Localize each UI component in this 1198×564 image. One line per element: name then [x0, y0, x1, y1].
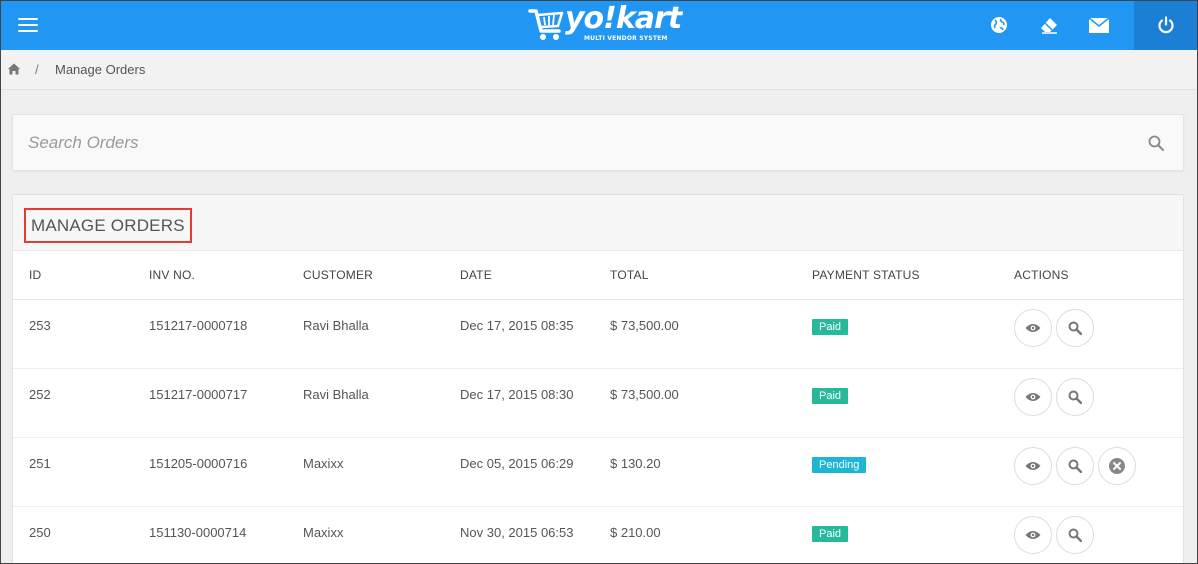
- breadcrumb-current: Manage Orders: [55, 62, 146, 77]
- messages-button[interactable]: [1083, 9, 1115, 41]
- inspect-order-button[interactable]: [1056, 308, 1094, 347]
- status-badge: Pending: [812, 456, 867, 473]
- cell-invoice-no: 151205-0000716: [133, 437, 287, 507]
- eye-icon: [1025, 323, 1041, 332]
- brand-logo[interactable]: yo!kart MULTI VENDOR SYSTEM: [527, 1, 682, 46]
- eye-icon: [1025, 392, 1041, 401]
- cell-customer: Ravi Bhalla: [287, 368, 444, 438]
- orders-card-header: MANAGE ORDERS: [13, 195, 1183, 251]
- brand-name: yo!kart: [565, 1, 682, 36]
- breadcrumb-separator: /: [35, 62, 39, 77]
- row-actions: [1014, 377, 1183, 416]
- column-header-actions: ACTIONS: [998, 251, 1183, 300]
- search-icon: [1068, 459, 1082, 473]
- cell-total: $ 210.00: [594, 506, 796, 564]
- brand-tagline: MULTI VENDOR SYSTEM: [584, 35, 668, 42]
- row-actions: [1014, 515, 1183, 554]
- cell-payment-status: Paid: [796, 299, 998, 369]
- inspect-order-button[interactable]: [1056, 515, 1094, 554]
- view-order-button[interactable]: [1014, 446, 1052, 485]
- table-row: 251 151205-0000716 Maxixx Dec 05, 2015 0…: [13, 437, 1183, 507]
- cancel-order-button[interactable]: [1098, 446, 1136, 485]
- cell-total: $ 73,500.00: [594, 299, 796, 369]
- cell-total: $ 130.20: [594, 437, 796, 507]
- cell-order-id: 252: [13, 368, 133, 438]
- view-order-button[interactable]: [1014, 308, 1052, 347]
- cell-date: Nov 30, 2015 06:53: [444, 506, 594, 564]
- table-header-row: ID INV NO. CUSTOMER DATE TOTAL PAYMENT S…: [13, 251, 1183, 300]
- view-order-button[interactable]: [1014, 377, 1052, 416]
- power-icon: [1158, 16, 1174, 34]
- cell-actions: [998, 506, 1183, 564]
- search-icon: [1068, 528, 1082, 542]
- cell-actions: [998, 299, 1183, 369]
- cell-customer: Maxixx: [287, 437, 444, 507]
- home-icon: [8, 63, 20, 75]
- cell-order-id: 250: [13, 506, 133, 564]
- column-header-inv[interactable]: INV NO.: [133, 251, 287, 300]
- status-badge: Paid: [812, 525, 849, 542]
- cell-actions: [998, 437, 1183, 507]
- column-header-customer[interactable]: CUSTOMER: [287, 251, 444, 300]
- cell-date: Dec 17, 2015 08:30: [444, 368, 594, 438]
- column-header-id[interactable]: ID: [13, 251, 133, 300]
- cell-customer: Ravi Bhalla: [287, 299, 444, 369]
- page-title: MANAGE ORDERS: [24, 208, 192, 243]
- column-header-payment-status[interactable]: PAYMENT STATUS: [796, 251, 998, 300]
- column-header-date[interactable]: DATE: [444, 251, 594, 300]
- cell-invoice-no: 151130-0000714: [133, 506, 287, 564]
- inspect-order-button[interactable]: [1056, 446, 1094, 485]
- table-row: 252 151217-0000717 Ravi Bhalla Dec 17, 2…: [13, 368, 1183, 438]
- inspect-order-button[interactable]: [1056, 377, 1094, 416]
- search-card: [12, 114, 1184, 171]
- cell-total: $ 73,500.00: [594, 368, 796, 438]
- cell-date: Dec 05, 2015 06:29: [444, 437, 594, 507]
- orders-table-body: 253 151217-0000718 Ravi Bhalla Dec 17, 2…: [13, 299, 1183, 564]
- row-actions: [1014, 308, 1183, 347]
- eye-icon: [1025, 530, 1041, 539]
- row-actions: [1014, 446, 1183, 485]
- cell-order-id: 253: [13, 299, 133, 369]
- breadcrumb-home[interactable]: [7, 62, 21, 76]
- logout-button[interactable]: [1134, 0, 1198, 50]
- menu-button[interactable]: [10, 9, 46, 41]
- column-header-total[interactable]: TOTAL: [594, 251, 796, 300]
- table-row: 250 151130-0000714 Maxixx Nov 30, 2015 0…: [13, 506, 1183, 564]
- cell-date: Dec 17, 2015 08:35: [444, 299, 594, 369]
- cell-invoice-no: 151217-0000717: [133, 368, 287, 438]
- view-order-button[interactable]: [1014, 515, 1052, 554]
- status-badge: Paid: [812, 318, 849, 335]
- eraser-icon: [1041, 18, 1057, 34]
- status-badge: Paid: [812, 387, 849, 404]
- cell-payment-status: Paid: [796, 506, 998, 564]
- breadcrumb: / Manage Orders: [0, 50, 1198, 90]
- clear-cache-button[interactable]: [1033, 9, 1065, 41]
- cell-customer: Maxixx: [287, 506, 444, 564]
- search-icon: [1148, 135, 1164, 151]
- cancel-icon: [1109, 457, 1125, 474]
- menu-icon: [18, 18, 38, 20]
- cart-icon: [528, 9, 564, 40]
- cell-payment-status: Pending: [796, 437, 998, 507]
- table-row: 253 151217-0000718 Ravi Bhalla Dec 17, 2…: [13, 299, 1183, 369]
- cell-payment-status: Paid: [796, 368, 998, 438]
- cell-invoice-no: 151217-0000718: [133, 299, 287, 369]
- cell-order-id: 251: [13, 437, 133, 507]
- search-input[interactable]: [13, 115, 1133, 170]
- orders-table: ID INV NO. CUSTOMER DATE TOTAL PAYMENT S…: [13, 251, 1183, 564]
- mail-icon: [1089, 17, 1109, 33]
- cell-actions: [998, 368, 1183, 438]
- globe-icon: [991, 17, 1007, 33]
- top-navbar: yo!kart MULTI VENDOR SYSTEM: [0, 0, 1198, 50]
- eye-icon: [1025, 461, 1041, 470]
- search-icon: [1068, 321, 1082, 335]
- language-button[interactable]: [983, 9, 1015, 41]
- orders-card: MANAGE ORDERS ID INV NO. CUSTOMER DATE T…: [12, 194, 1184, 564]
- search-button[interactable]: [1145, 132, 1167, 154]
- search-icon: [1068, 390, 1082, 404]
